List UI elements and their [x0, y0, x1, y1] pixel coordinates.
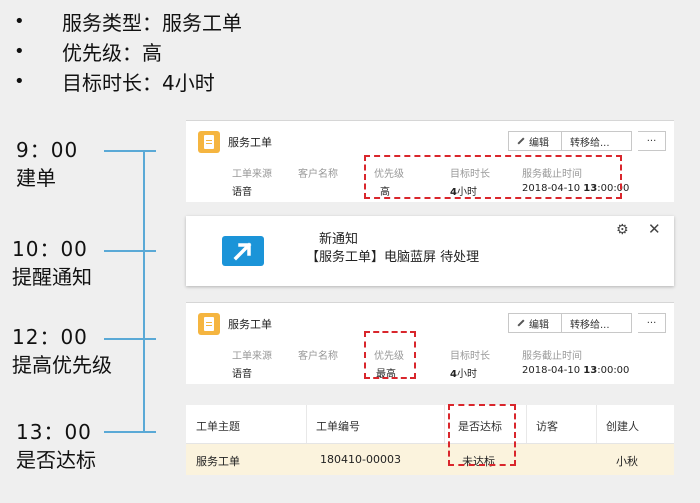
timeline-step-raise-priority: 12：00 提高优先级	[12, 323, 112, 379]
timeline-event: 建单	[16, 166, 56, 190]
timeline-time: 12：00	[12, 325, 88, 349]
arrow-up-right-icon	[222, 236, 264, 266]
duration-number: 4	[450, 369, 457, 380]
ticket-card-escalated: 服务工单 编辑 转移给... ··· 工单来源 客户名称 优先级 目标时长 服务…	[186, 302, 674, 384]
column-header-creator[interactable]: 创建人	[606, 418, 639, 434]
bullet-dot: •	[14, 10, 25, 32]
field-value-source: 语音	[232, 187, 252, 198]
column-divider	[306, 405, 307, 443]
highlight-box-card1	[364, 155, 622, 199]
field-label-deadline: 服务截止时间	[522, 351, 582, 362]
cell-number: 180410-00003	[320, 453, 401, 466]
timeline-branch	[104, 150, 156, 152]
column-header-subject[interactable]: 工单主题	[196, 418, 240, 434]
edit-button[interactable]: 编辑	[508, 313, 562, 333]
bullet-dot: •	[14, 70, 25, 92]
edit-label: 编辑	[529, 319, 549, 331]
field-value-source: 语音	[232, 369, 252, 380]
timeline-branch	[104, 250, 156, 252]
field-value-duration: 4小时	[450, 365, 477, 380]
deadline-rest: :00:00	[597, 365, 630, 376]
edit-button[interactable]: 编辑	[508, 131, 562, 151]
table-row[interactable]	[186, 443, 674, 475]
close-icon[interactable]: ✕	[648, 220, 661, 238]
timeline-time: 10：00	[12, 237, 88, 261]
field-label-source: 工单来源	[232, 169, 272, 180]
more-button[interactable]: ···	[638, 313, 666, 333]
card-title: 服务工单	[228, 318, 272, 331]
bullet-priority: • 优先级：高	[14, 36, 242, 66]
edit-label: 编辑	[529, 137, 549, 149]
field-label-customer: 客户名称	[298, 169, 338, 180]
timeline-step-remind: 10：00 提醒通知	[12, 235, 92, 291]
highlight-box-table	[448, 404, 516, 466]
bullet-text: 目标时长：4小时	[62, 70, 215, 95]
highlight-box-card2	[364, 331, 416, 379]
notification-title: 新通知	[319, 232, 359, 247]
gear-icon[interactable]: ⚙	[616, 222, 629, 238]
field-label-source: 工单来源	[232, 351, 272, 362]
timeline-event: 是否达标	[16, 448, 96, 472]
deadline-date: 2018-04-10	[522, 365, 584, 376]
field-label-duration: 目标时长	[450, 351, 490, 362]
bullet-target-duration: • 目标时长：4小时	[14, 66, 242, 96]
timeline-branch	[104, 431, 156, 433]
ticket-table: 工单主题 工单编号 是否达标 访客 创建人 服务工单 180410-00003 …	[186, 405, 674, 475]
timeline-spine	[143, 150, 145, 432]
notification-popup: 新通知 【服务工单】电脑蓝屏 待处理 ⚙ ✕	[186, 216, 674, 286]
cell-creator: 小秋	[616, 455, 638, 468]
column-divider	[596, 405, 597, 443]
more-button[interactable]: ···	[638, 131, 666, 151]
transfer-button[interactable]: 转移给...	[562, 313, 632, 333]
timeline-time: 9：00	[16, 138, 79, 162]
clipboard-icon	[198, 313, 220, 335]
card-actions: 编辑 转移给... ···	[508, 313, 666, 333]
pencil-icon	[517, 137, 525, 145]
column-header-visitor[interactable]: 访客	[536, 418, 558, 434]
bullet-dot: •	[14, 40, 25, 62]
field-label-customer: 客户名称	[298, 351, 338, 362]
column-divider	[444, 405, 445, 443]
clipboard-icon	[198, 131, 220, 153]
column-divider	[526, 405, 527, 443]
transfer-button[interactable]: 转移给...	[562, 131, 632, 151]
timeline-event: 提高优先级	[12, 353, 112, 377]
duration-unit: 小时	[456, 369, 477, 380]
bullet-service-type: • 服务类型：服务工单	[14, 6, 242, 36]
field-value-deadline: 2018-04-10 13:00:00	[522, 365, 629, 376]
card-header: 服务工单	[198, 313, 272, 335]
deadline-hour: 13	[583, 365, 598, 376]
pencil-icon	[517, 319, 525, 327]
bullet-text: 优先级：高	[62, 40, 162, 65]
column-header-number[interactable]: 工单编号	[316, 418, 360, 434]
cell-subject: 服务工单	[196, 455, 240, 468]
timeline-event: 提醒通知	[12, 265, 92, 289]
timeline-time: 13：00	[16, 420, 92, 444]
bullet-list: • 服务类型：服务工单 • 优先级：高 • 目标时长：4小时	[14, 6, 242, 96]
card-title: 服务工单	[228, 136, 272, 149]
timeline-step-check-sla: 13：00 是否达标	[16, 418, 96, 474]
card-header: 服务工单	[198, 131, 272, 153]
timeline-step-create: 9：00 建单	[16, 136, 78, 192]
bullet-text: 服务类型：服务工单	[62, 10, 242, 35]
notification-body: 【服务工单】电脑蓝屏 待处理	[306, 250, 480, 265]
card-actions: 编辑 转移给... ···	[508, 131, 666, 151]
